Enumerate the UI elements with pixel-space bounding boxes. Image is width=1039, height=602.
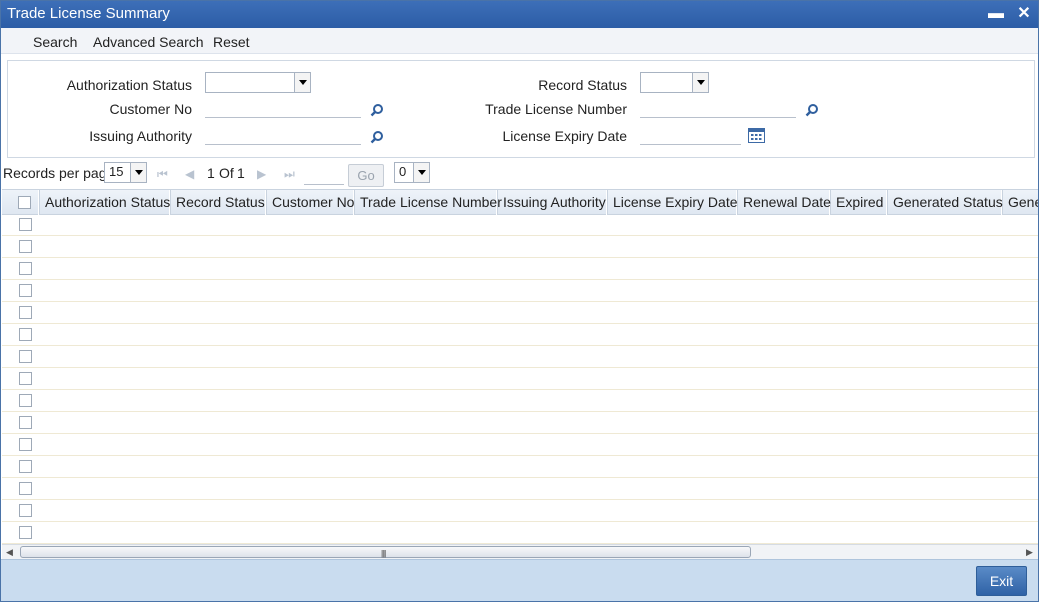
table-row[interactable] <box>2 412 1038 434</box>
row-checkbox[interactable] <box>19 460 32 473</box>
of-label: Of <box>219 165 234 181</box>
row-checkbox[interactable] <box>19 328 32 341</box>
table-row[interactable] <box>2 390 1038 412</box>
records-per-page-select[interactable]: 15 <box>104 162 147 183</box>
issuing-authority-search-icon[interactable] <box>370 130 384 144</box>
table-row[interactable] <box>2 280 1038 302</box>
record-status-select[interactable] <box>640 72 709 93</box>
column-header[interactable]: Issuing Authority <box>497 190 607 215</box>
trade-license-number-input[interactable] <box>640 97 796 118</box>
scrollbar-grip: |||| <box>381 549 386 558</box>
table-row[interactable] <box>2 236 1038 258</box>
header-select-all-cell <box>2 190 39 215</box>
title-bar: Trade License Summary ▬ ✕ <box>1 1 1038 28</box>
trade-license-number-search-icon[interactable] <box>805 103 819 117</box>
row-checkbox[interactable] <box>19 482 32 495</box>
row-checkbox[interactable] <box>19 240 32 253</box>
chevron-down-icon <box>692 73 708 92</box>
table-row[interactable] <box>2 456 1038 478</box>
row-checkbox[interactable] <box>19 526 32 539</box>
column-header[interactable]: Customer No <box>266 190 354 215</box>
row-checkbox[interactable] <box>19 504 32 517</box>
first-page-icon[interactable]: ⏮ <box>157 167 168 182</box>
reset-button[interactable]: Reset <box>213 34 250 50</box>
advanced-search-button[interactable]: Advanced Search <box>93 34 204 50</box>
table-row[interactable] <box>2 346 1038 368</box>
close-icon[interactable]: ✕ <box>1015 4 1033 24</box>
issuing-authority-input[interactable] <box>205 124 361 145</box>
row-checkbox[interactable] <box>19 416 32 429</box>
column-header[interactable]: Authorization Status <box>39 190 170 215</box>
page-select[interactable]: 0 <box>394 162 430 183</box>
column-header[interactable]: Renewal Date <box>737 190 831 215</box>
table-header: Authorization Status Record Status Custome… <box>2 189 1038 215</box>
authorization-status-select[interactable] <box>205 72 311 93</box>
exit-button[interactable]: Exit <box>976 566 1027 596</box>
next-page-icon[interactable]: ▶ <box>257 167 266 181</box>
calendar-icon[interactable] <box>748 128 765 143</box>
column-header[interactable]: Expired <box>830 190 887 215</box>
row-checkbox[interactable] <box>19 218 32 231</box>
previous-page-icon[interactable]: ◀ <box>185 167 194 181</box>
column-header[interactable]: License Expiry Date <box>607 190 738 215</box>
chevron-down-icon <box>413 163 429 182</box>
authorization-status-label: Authorization Status <box>66 77 192 93</box>
footer-bar: Exit <box>1 559 1038 601</box>
issuing-authority-label: Issuing Authority <box>89 128 192 144</box>
horizontal-scrollbar[interactable]: ◀ |||| ▶ <box>2 544 1038 559</box>
select-all-checkbox[interactable] <box>18 196 31 209</box>
current-page: 1 <box>207 165 215 181</box>
license-expiry-date-input[interactable] <box>640 124 741 145</box>
customer-no-label: Customer No <box>109 101 192 117</box>
table-row[interactable] <box>2 258 1038 280</box>
scroll-left-icon[interactable]: ◀ <box>6 547 13 558</box>
table-row[interactable] <box>2 368 1038 390</box>
window-title: Trade License Summary <box>7 5 170 22</box>
table-row[interactable] <box>2 434 1038 456</box>
trade-license-number-label: Trade License Number <box>485 101 627 117</box>
table-row[interactable] <box>2 324 1038 346</box>
column-header[interactable]: Record Status <box>170 190 266 215</box>
row-checkbox[interactable] <box>19 306 32 319</box>
last-page-icon[interactable]: ⏭ <box>284 167 295 182</box>
minimize-icon[interactable]: ▬ <box>987 4 1005 24</box>
results-table: Authorization Status Record Status Custome… <box>2 189 1038 544</box>
scroll-right-icon[interactable]: ▶ <box>1026 547 1033 558</box>
search-criteria-panel: Authorization Status Customer No Issuing… <box>7 60 1035 158</box>
row-checkbox[interactable] <box>19 372 32 385</box>
row-checkbox[interactable] <box>19 394 32 407</box>
customer-no-search-icon[interactable] <box>370 103 384 117</box>
customer-no-input[interactable] <box>205 97 361 118</box>
records-per-page-value: 15 <box>109 164 124 179</box>
chevron-down-icon <box>294 73 310 92</box>
total-pages: 1 <box>237 165 245 181</box>
license-expiry-date-label: License Expiry Date <box>502 128 627 144</box>
chevron-down-icon <box>130 163 146 182</box>
page-select-value: 0 <box>399 164 407 179</box>
row-checkbox[interactable] <box>19 438 32 451</box>
search-button[interactable]: Search <box>33 34 77 50</box>
table-row[interactable] <box>2 522 1038 544</box>
table-row[interactable] <box>2 214 1038 236</box>
column-header[interactable]: Generated Status <box>887 190 1003 215</box>
scrollbar-thumb[interactable]: |||| <box>20 546 751 558</box>
pagination-bar: Records per page 15 ⏮ ◀ 1 Of 1 ▶ ⏭ Go 0 <box>1 161 1038 189</box>
row-checkbox[interactable] <box>19 284 32 297</box>
row-checkbox[interactable] <box>19 262 32 275</box>
records-per-page-label: Records per page <box>3 165 115 181</box>
trade-license-summary-window: Trade License Summary ▬ ✕ Search Advance… <box>0 0 1039 602</box>
table-row[interactable] <box>2 302 1038 324</box>
table-row[interactable] <box>2 500 1038 522</box>
record-status-label: Record Status <box>538 77 627 93</box>
table-row[interactable] <box>2 478 1038 500</box>
go-button[interactable]: Go <box>348 164 384 187</box>
row-checkbox[interactable] <box>19 350 32 363</box>
column-header[interactable]: Gene <box>1002 190 1038 215</box>
go-to-page-input[interactable] <box>304 164 344 185</box>
column-header[interactable]: Trade License Number <box>354 190 502 215</box>
toolbar: Search Advanced Search Reset <box>1 28 1038 54</box>
